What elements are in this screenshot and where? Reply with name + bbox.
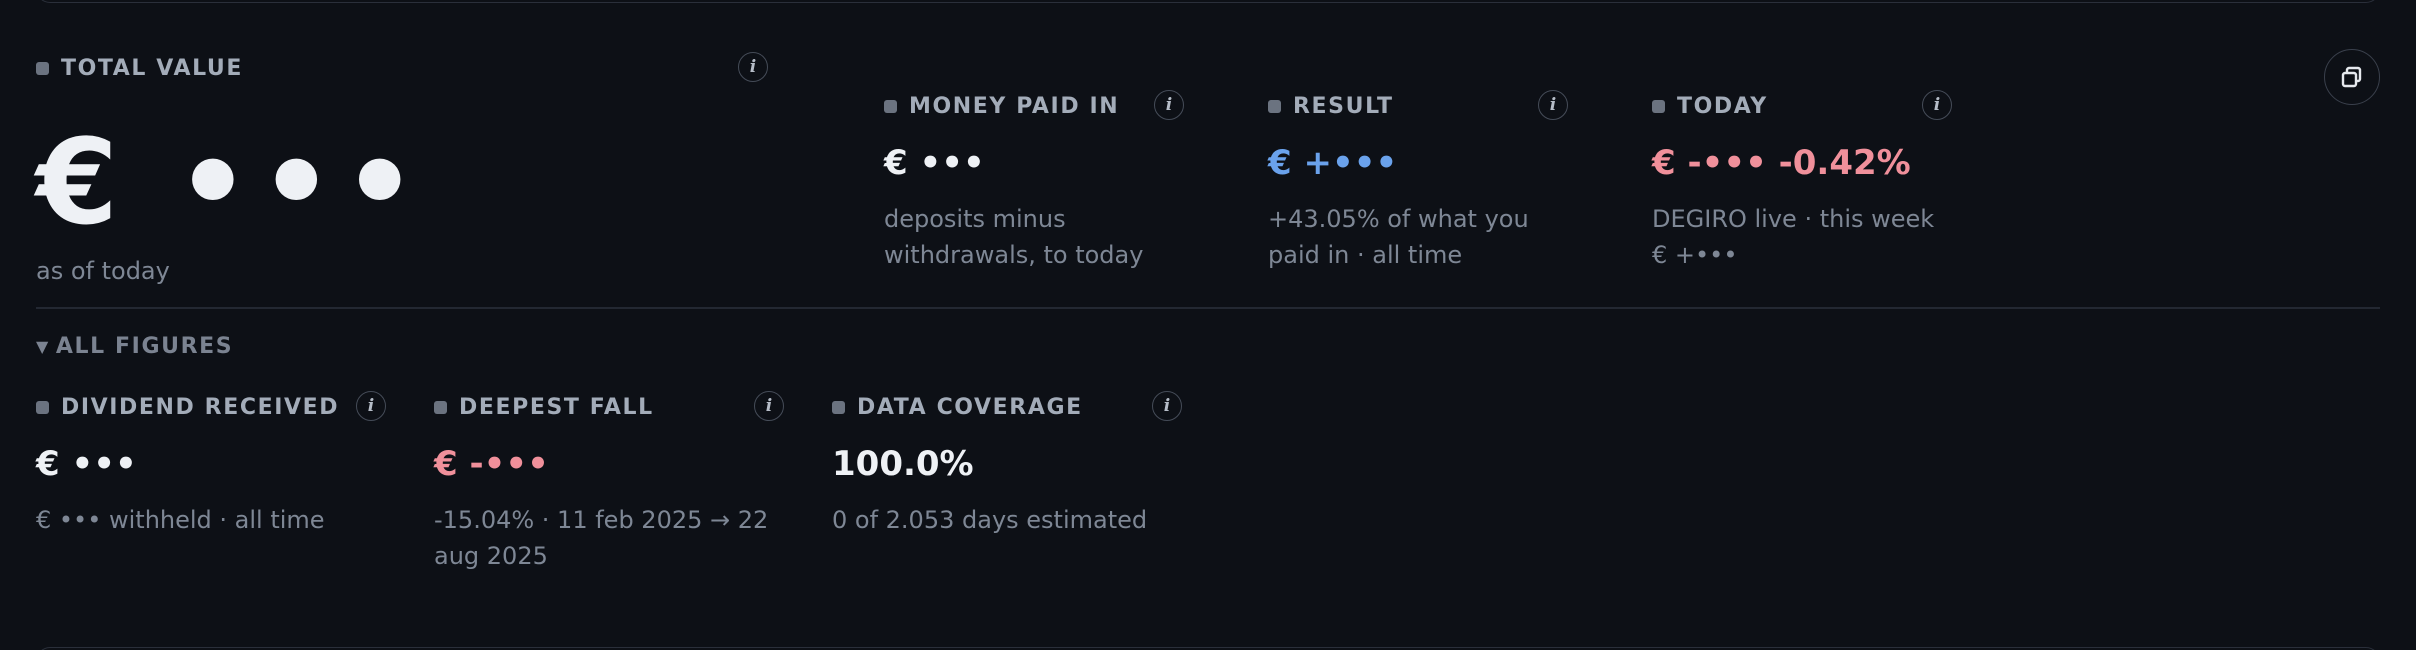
today-label: TODAY (1652, 94, 1958, 119)
money-paid-in-subtext: deposits minus withdrawals, to today (884, 205, 1144, 269)
total-value-subtext: as of today (36, 257, 170, 285)
deepest-fall-label: DEEPEST FALL (434, 395, 790, 420)
all-figures-label: ALL FIGURES (55, 334, 234, 359)
money-paid-in-value: € ••• (884, 143, 985, 183)
section-divider (36, 307, 2380, 309)
today-card: TODAY i € -••• -0.42% DEGIRO live · this… (1652, 90, 1958, 273)
total-value-card: TOTAL VALUE i € ••• as of today (36, 52, 774, 285)
deepest-fall-info-icon[interactable]: i (754, 391, 784, 421)
result-card: RESULT i € +••• +43.05% of what you paid… (1268, 90, 1574, 273)
copy-icon (2341, 66, 2362, 88)
label-marker-icon (1652, 100, 1665, 113)
dividend-received-info-icon[interactable]: i (356, 391, 386, 421)
money-paid-in-label-text: MONEY PAID IN (909, 94, 1120, 119)
result-value: € +••• (1268, 143, 1398, 183)
dividend-received-label-text: DIVIDEND RECEIVED (61, 395, 340, 420)
deepest-fall-value: € -••• (434, 444, 549, 484)
data-coverage-value: 100.0% (832, 444, 974, 484)
today-label-text: TODAY (1677, 94, 1768, 119)
money-paid-in-card: MONEY PAID IN i € ••• deposits minus wit… (884, 90, 1190, 273)
money-paid-in-label: MONEY PAID IN (884, 94, 1190, 119)
result-label-text: RESULT (1293, 94, 1394, 119)
previous-panel-edge (36, 0, 2380, 3)
all-figures-toggle[interactable]: ▼ ALL FIGURES (36, 334, 233, 359)
total-value-label: TOTAL VALUE (36, 56, 774, 81)
caret-down-icon: ▼ (36, 337, 50, 356)
dividend-received-label: DIVIDEND RECEIVED (36, 395, 392, 420)
today-subtext: DEGIRO live · this week € +••• (1652, 205, 1935, 269)
total-value-amount: € ••• (36, 113, 426, 251)
today-info-icon[interactable]: i (1922, 90, 1952, 120)
data-coverage-info-icon[interactable]: i (1152, 391, 1182, 421)
dividend-received-value: € ••• (36, 444, 137, 484)
label-marker-icon (1268, 100, 1281, 113)
label-marker-icon (832, 401, 845, 414)
deepest-fall-subtext: -15.04% · 11 feb 2025 → 22 aug 2025 (434, 506, 769, 570)
deepest-fall-card: DEEPEST FALL i € -••• -15.04% · 11 feb 2… (434, 391, 790, 574)
dashboard-summary: TOTAL VALUE i € ••• as of today MONEY PA… (0, 0, 2416, 650)
label-marker-icon (36, 62, 49, 75)
result-info-icon[interactable]: i (1538, 90, 1568, 120)
money-paid-in-info-icon[interactable]: i (1154, 90, 1184, 120)
dividend-received-card: DIVIDEND RECEIVED i € ••• € ••• withheld… (36, 391, 392, 538)
data-coverage-subtext: 0 of 2.053 days estimated (832, 506, 1148, 534)
result-label: RESULT (1268, 94, 1574, 119)
label-marker-icon (434, 401, 447, 414)
data-coverage-card: DATA COVERAGE i 100.0% 0 of 2.053 days e… (832, 391, 1188, 538)
label-marker-icon (884, 100, 897, 113)
result-subtext: +43.05% of what you paid in · all time (1268, 205, 1529, 269)
total-value-label-text: TOTAL VALUE (61, 56, 243, 81)
dividend-received-subtext: € ••• withheld · all time (36, 506, 325, 534)
today-value: € -••• -0.42% (1652, 143, 1911, 183)
copy-button[interactable] (2324, 49, 2380, 105)
total-value-info-icon[interactable]: i (738, 52, 768, 82)
data-coverage-label-text: DATA COVERAGE (857, 395, 1083, 420)
deepest-fall-label-text: DEEPEST FALL (459, 395, 654, 420)
data-coverage-label: DATA COVERAGE (832, 395, 1188, 420)
label-marker-icon (36, 401, 49, 414)
